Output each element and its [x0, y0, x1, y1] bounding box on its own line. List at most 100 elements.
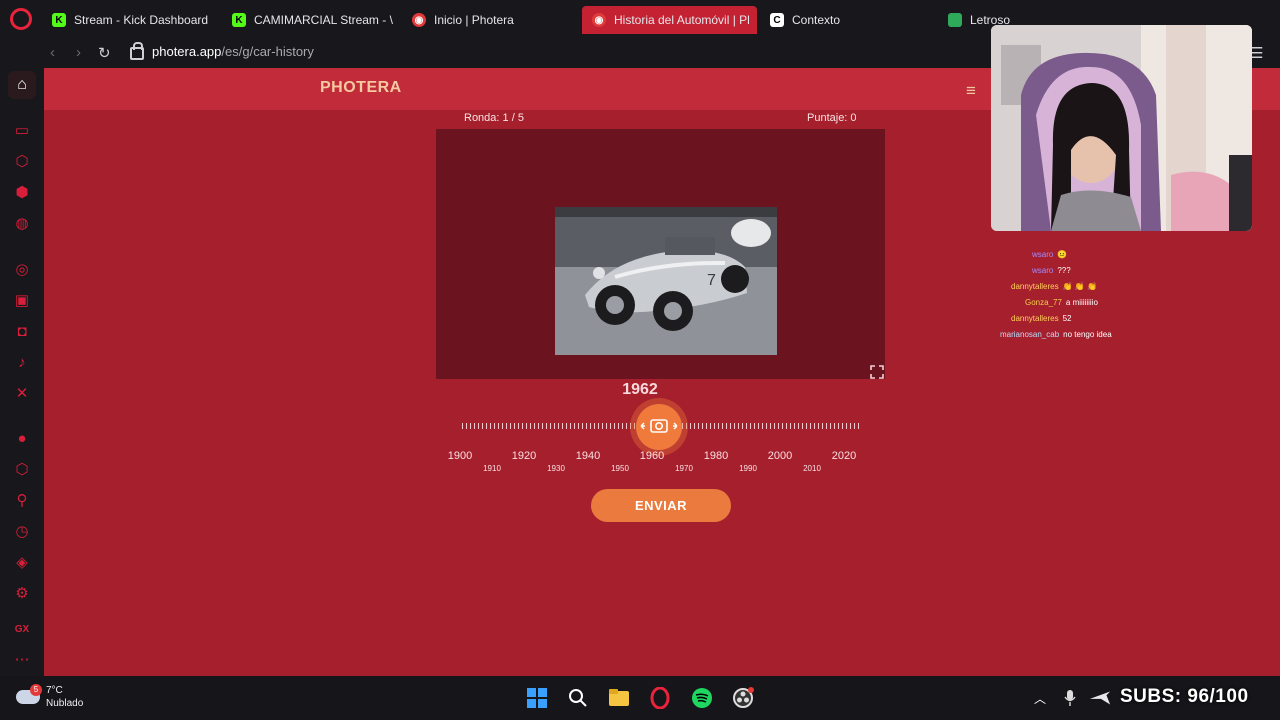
aria-icon[interactable]: ⬡: [13, 153, 31, 171]
chat-username: wsaro: [1032, 266, 1054, 275]
history-icon[interactable]: ◷: [13, 523, 31, 541]
pin-icon[interactable]: ⚲: [13, 492, 31, 510]
timeline-tick: [594, 423, 595, 429]
timeline-tick: [490, 423, 491, 429]
wallet-icon[interactable]: ⬡: [13, 461, 31, 479]
chat-username: marianosan_cab: [1000, 330, 1060, 339]
spotify-icon[interactable]: [690, 686, 714, 710]
gamepad-icon[interactable]: ▭: [13, 122, 31, 140]
forward-icon[interactable]: ›: [76, 44, 81, 61]
timeline-tick: [610, 423, 611, 429]
gx-icon[interactable]: GX: [13, 621, 31, 639]
opera-logo-icon[interactable]: [10, 8, 32, 30]
url-field[interactable]: photera.app/es/g/car-history: [130, 42, 314, 60]
gx-hex-icon[interactable]: ⬢: [13, 184, 31, 202]
tab-label: Historia del Automóvil | Pl: [614, 13, 750, 27]
timeline-tick: [598, 423, 599, 429]
timeline-major-label: 1900: [447, 450, 473, 462]
tab-camimarcial-stream[interactable]: K CAMIMARCIAL Stream - \: [222, 6, 400, 34]
timeline-tick: [590, 423, 591, 429]
timeline-minor-label: 1970: [675, 464, 693, 473]
site-logo[interactable]: PHOTERA: [320, 79, 402, 97]
timeline-tick: [798, 423, 799, 429]
x-icon[interactable]: ✕: [13, 385, 31, 403]
timeline-tick: [814, 423, 815, 429]
car-photo: 7: [555, 207, 777, 355]
timeline-tick: [566, 423, 567, 429]
timeline-tick: [582, 423, 583, 429]
timeline-tick: [830, 423, 831, 429]
search-icon[interactable]: [566, 686, 590, 710]
basketball-icon[interactable]: ◍: [13, 215, 31, 233]
chat-text: 😐: [1057, 250, 1068, 259]
fullscreen-icon[interactable]: [870, 365, 884, 379]
tab-kick-dashboard[interactable]: K Stream - Kick Dashboard: [42, 6, 220, 34]
timeline-tick: [834, 423, 835, 429]
reload-icon[interactable]: ↻: [98, 44, 111, 62]
submit-button[interactable]: ENVIAR: [591, 489, 731, 522]
windows-start-icon[interactable]: [525, 686, 549, 710]
microphone-icon[interactable]: [1058, 686, 1082, 710]
instagram-icon[interactable]: ◘: [13, 323, 31, 341]
timeline-tick: [750, 423, 751, 429]
timeline-tick: [802, 423, 803, 429]
more-icon[interactable]: ⋯: [13, 651, 31, 669]
easy-setup-icon[interactable]: ☰: [1250, 44, 1263, 62]
windows-taskbar: 5 7°C Nublado ︿ SUBS: 96/100: [0, 676, 1280, 720]
timeline-tick: [606, 423, 607, 429]
tab-historia-automovil[interactable]: ◉ Historia del Automóvil | Pl: [582, 6, 757, 34]
file-explorer-icon[interactable]: [607, 686, 631, 710]
timeline-tick: [726, 423, 727, 429]
tiktok-icon[interactable]: ♪: [13, 354, 31, 372]
chat-text: 👏 👏 👏: [1062, 282, 1097, 291]
timeline-tick: [510, 423, 511, 429]
timeline-handle[interactable]: [636, 404, 682, 450]
tab-label: Inicio | Photera: [434, 13, 514, 27]
chat-text: 52: [1062, 314, 1072, 323]
timeline-major-label: 1920: [511, 450, 537, 462]
timeline-major-label: 2020: [831, 450, 857, 462]
timeline-tick: [850, 423, 851, 429]
timeline-tick: [462, 423, 463, 429]
chat-username: dannytalleres: [1011, 282, 1059, 291]
chat-username: Gonza_77: [1025, 298, 1062, 307]
discord-icon[interactable]: ◎: [13, 261, 31, 279]
tab-inicio-photera[interactable]: ◉ Inicio | Photera: [402, 6, 580, 34]
home-icon[interactable]: ⌂: [8, 71, 36, 99]
timeline-tick: [742, 423, 743, 429]
hamburger-menu-icon[interactable]: ≡: [966, 81, 976, 101]
chat-text: no tengo idea: [1063, 330, 1112, 339]
tab-contexto[interactable]: C Contexto: [760, 6, 938, 34]
timeline-tick: [554, 423, 555, 429]
chevron-up-icon[interactable]: ︿: [1028, 686, 1052, 710]
kick-icon: K: [232, 13, 246, 27]
timeline-tick: [746, 423, 747, 429]
timeline-tick: [790, 423, 791, 429]
photera-icon: ◉: [592, 13, 606, 27]
weather-description: Nublado: [46, 698, 84, 709]
timeline-tick: [550, 423, 551, 429]
streamer-webcam-image: [991, 25, 1252, 231]
weather-widget[interactable]: 5 7°C Nublado: [16, 684, 83, 710]
timeline-tick: [586, 423, 587, 429]
cloudy-weather-icon: 5: [16, 684, 42, 704]
timeline-tick: [758, 423, 759, 429]
timeline-tick: [498, 423, 499, 429]
timeline-tick: [602, 423, 603, 429]
timeline-tick: [634, 423, 635, 429]
timeline-tick: [562, 423, 563, 429]
chat-username: wsaro: [1032, 250, 1054, 259]
settings-icon[interactable]: ⚙: [13, 585, 31, 603]
player-icon[interactable]: ●: [13, 430, 31, 448]
opera-gx-icon[interactable]: [648, 686, 672, 710]
timeline-tick: [622, 423, 623, 429]
back-icon[interactable]: ‹: [50, 44, 55, 61]
obs-icon[interactable]: [731, 686, 755, 710]
weather-temperature: 7°C: [46, 685, 63, 696]
twitch-icon[interactable]: ▣: [13, 292, 31, 310]
cube-icon[interactable]: ◈: [13, 554, 31, 572]
sheet-icon: [948, 13, 962, 27]
timeline-tick: [786, 423, 787, 429]
tab-label: Stream - Kick Dashboard: [74, 13, 209, 27]
timeline-tick: [474, 423, 475, 429]
